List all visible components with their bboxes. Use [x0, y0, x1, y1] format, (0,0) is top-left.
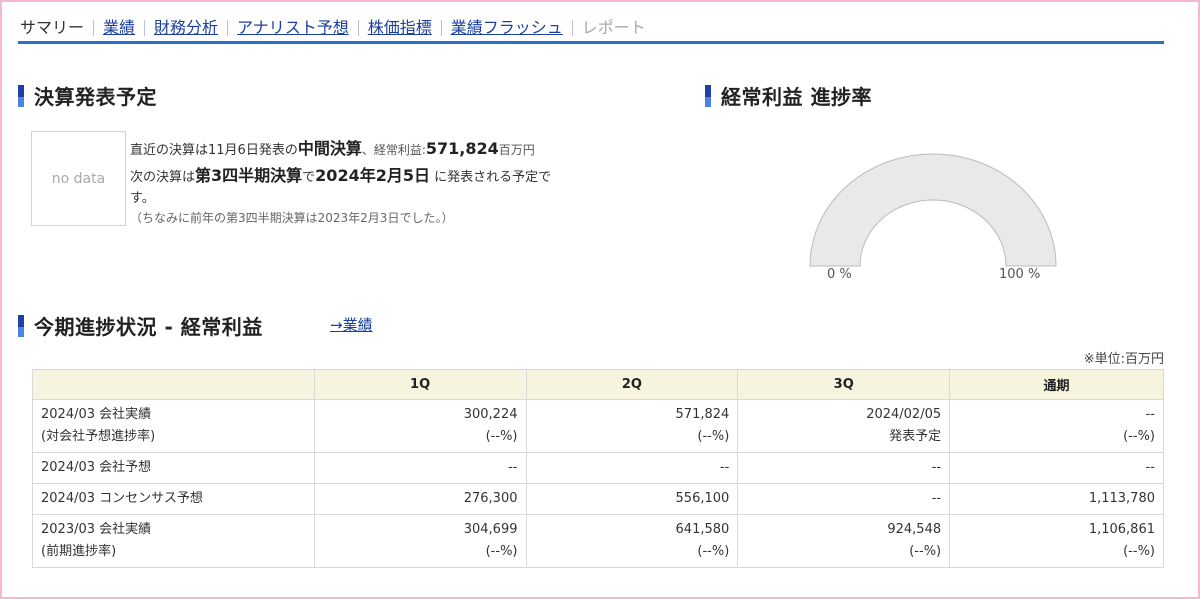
- table-cell: 304,699 (--%): [313, 514, 527, 568]
- decision-heading: 決算発表予定: [18, 81, 157, 110]
- table-cell: 571,824 (--%): [525, 399, 739, 453]
- table-cell: -- (--%): [949, 399, 1164, 453]
- table-cell: --: [737, 452, 951, 484]
- row-label: 2024/03 会社予想: [32, 452, 315, 484]
- tab-bar: サマリー 業績 財務分析 アナリスト予想 株価指標 業績フラッシュ レポート: [18, 14, 1164, 44]
- heading-marker: [705, 84, 711, 107]
- table-cell: 2024/02/05 発表予定: [737, 399, 951, 453]
- cell-value: 1,106,861: [1088, 522, 1155, 537]
- row-label: 2024/03 コンセンサス予想: [32, 483, 315, 515]
- table-row: 2024/03 会社実績 (対会社予想進捗率) 300,224 (--%) 57…: [32, 399, 1164, 453]
- gauge-track: [809, 153, 1057, 267]
- column-header: 通期: [949, 369, 1164, 400]
- progress-table: 1Q 2Q 3Q 通期 2024/03 会社実績 (対会社予想進捗率) 300,…: [32, 369, 1164, 568]
- row-label: 2023/03 会社実績 (前期進捗率): [32, 514, 315, 568]
- gauge-heading: 経常利益 進捗率: [705, 81, 872, 110]
- tab-report: レポート: [571, 19, 655, 36]
- gauge-max-label: 100 %: [999, 267, 1041, 282]
- column-header: [32, 369, 315, 400]
- tab-financial-analysis[interactable]: 財務分析: [144, 19, 227, 36]
- table-row: 2024/03 会社予想 -- -- -- --: [32, 452, 1164, 484]
- cell-value: 641,580: [675, 522, 730, 537]
- gauge-heading-text: 経常利益 進捗率: [721, 85, 872, 109]
- table-cell: 924,548 (--%): [737, 514, 951, 568]
- row-label-sub: (対会社予想進捗率): [41, 429, 156, 444]
- row-label-main: 2023/03 会社実績: [41, 522, 152, 537]
- progress-gauge: [809, 153, 1057, 267]
- latest-decision-prefix: 直近の決算は11月6日発表の: [130, 143, 298, 158]
- table-cell: --: [525, 452, 739, 484]
- decision-heading-text: 決算発表予定: [34, 85, 157, 109]
- table-row: 2023/03 会社実績 (前期進捗率) 304,699 (--%) 641,5…: [32, 514, 1164, 568]
- table-cell: 276,300: [313, 483, 527, 515]
- cell-sub: (--%): [697, 429, 730, 444]
- table-cell: 556,100: [525, 483, 739, 515]
- next-decision-connector: で: [302, 170, 316, 185]
- table-cell: --: [737, 483, 951, 515]
- column-header: 1Q: [313, 369, 527, 400]
- next-decision-date: 2024年2月5日: [315, 166, 430, 185]
- cell-sub: (--%): [1123, 544, 1155, 559]
- cell-value: 300,224: [463, 407, 518, 422]
- table-cell: 641,580 (--%): [525, 514, 739, 568]
- cell-value: 571,824: [675, 407, 730, 422]
- cell-sub: (--%): [485, 544, 518, 559]
- ordinary-profit-label: 、経常利益:: [361, 143, 426, 157]
- tab-results-flash[interactable]: 業績フラッシュ: [440, 19, 572, 36]
- progress-heading-text: 今期進捗状況 - 経常利益: [34, 315, 263, 339]
- latest-decision-line: 直近の決算は11月6日発表の中間決算、経常利益:571,824百万円: [130, 136, 650, 163]
- cell-sub: (--%): [909, 544, 942, 559]
- heading-marker: [18, 84, 24, 107]
- cell-sub: (--%): [485, 429, 518, 444]
- column-header: 3Q: [737, 369, 951, 400]
- row-label-sub: (前期進捗率): [41, 544, 117, 559]
- table-cell: 300,224 (--%): [313, 399, 527, 453]
- next-decision-type: 第3四半期決算: [195, 166, 303, 185]
- heading-marker: [18, 314, 24, 337]
- ordinary-profit-value: 571,824: [425, 139, 499, 158]
- results-link[interactable]: →業績: [330, 314, 373, 335]
- progress-heading: 今期進捗状況 - 経常利益: [18, 311, 263, 340]
- table-cell: 1,106,861 (--%): [949, 514, 1164, 568]
- previous-year-note: （ちなみに前年の第3四半期決算は2023年2月3日でした。）: [130, 211, 454, 225]
- next-decision-suffix: に発表される予定で: [429, 170, 552, 185]
- column-header: 2Q: [525, 369, 739, 400]
- tab-analyst-forecast[interactable]: アナリスト予想: [227, 19, 358, 36]
- tab-stock-indicators[interactable]: 株価指標: [357, 19, 441, 36]
- cell-value: --: [1145, 407, 1155, 422]
- tab-summary[interactable]: サマリー: [18, 19, 93, 36]
- next-decision-line: 次の決算は第3四半期決算で2024年2月5日 に発表される予定で: [130, 163, 650, 190]
- table-row: 2024/03 コンセンサス予想 276,300 556,100 -- 1,11…: [32, 483, 1164, 515]
- table-cell: --: [949, 452, 1164, 484]
- table-cell: --: [313, 452, 527, 484]
- decision-text: 直近の決算は11月6日発表の中間決算、経常利益:571,824百万円 次の決算は…: [130, 136, 650, 228]
- next-decision-prefix: 次の決算は: [130, 170, 196, 185]
- cell-value: 2024/02/05: [866, 407, 942, 422]
- no-data-image: no data: [31, 131, 126, 226]
- cell-value: 304,699: [463, 522, 518, 537]
- tab-results[interactable]: 業績: [93, 19, 144, 36]
- unit-note: ※単位:百万円: [1083, 352, 1164, 367]
- cell-value: 924,548: [887, 522, 942, 537]
- table-cell: 1,113,780: [949, 483, 1164, 515]
- cell-sub: (--%): [1123, 429, 1155, 444]
- row-label-main: 2024/03 会社実績: [41, 407, 152, 422]
- table-header-row: 1Q 2Q 3Q 通期: [32, 369, 1164, 400]
- row-label: 2024/03 会社実績 (対会社予想進捗率): [32, 399, 315, 453]
- cell-sub: 発表予定: [889, 429, 942, 444]
- cell-sub: (--%): [697, 544, 730, 559]
- next-decision-tail: す。: [130, 191, 155, 206]
- latest-decision-type: 中間決算: [297, 139, 362, 158]
- ordinary-profit-unit: 百万円: [498, 143, 535, 157]
- gauge-min-label: 0 %: [827, 267, 852, 282]
